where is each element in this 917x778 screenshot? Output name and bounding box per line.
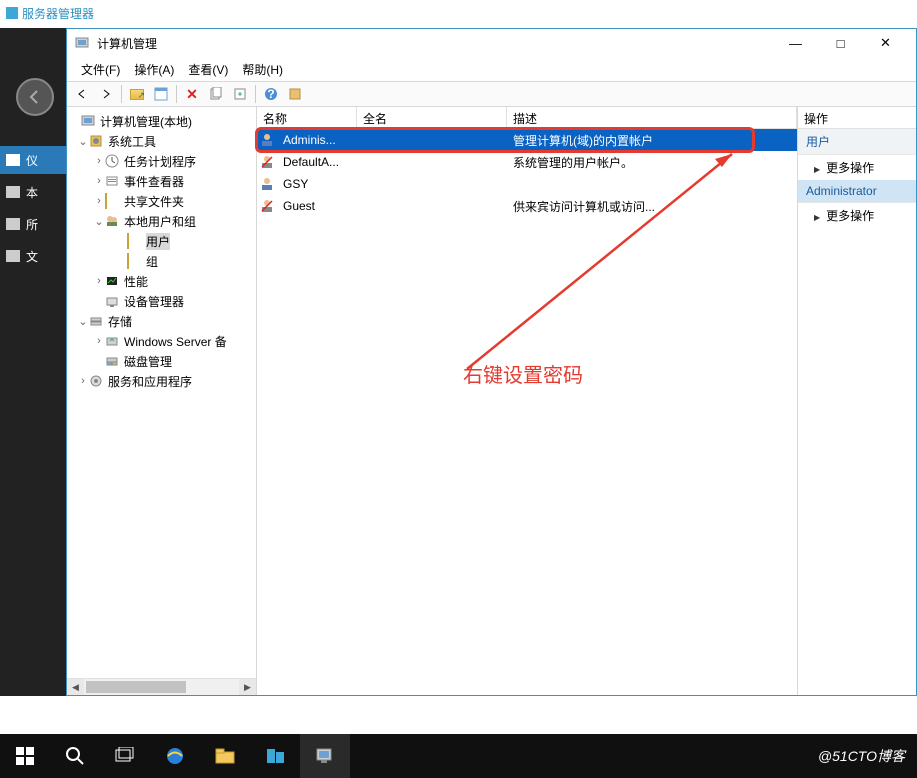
window-title: 计算机管理 — [97, 35, 157, 52]
user-row-administrator[interactable]: Adminis... 管理计算机(域)的内置帐户 — [257, 129, 797, 151]
actions-more-1[interactable]: 更多操作 — [798, 155, 916, 180]
tree-scrollbar[interactable]: ◀ ▶ — [67, 678, 256, 695]
taskbar[interactable]: @51CTO博客 — [0, 734, 917, 778]
ie-icon[interactable] — [150, 734, 200, 778]
server-manager-icon — [6, 7, 18, 19]
server-manager-title: 服务器管理器 — [22, 5, 94, 22]
col-fullname[interactable]: 全名 — [357, 107, 507, 128]
close-button[interactable]: ✕ — [863, 29, 908, 57]
sidebar-item-local[interactable]: 本 — [0, 178, 66, 206]
tree-device-manager[interactable]: 设备管理器 — [69, 291, 254, 311]
actions-header: 操作 — [798, 107, 916, 129]
help-icon[interactable]: ? — [260, 84, 282, 104]
tree-wsb[interactable]: ›Windows Server 备 — [69, 331, 254, 351]
tree-shared-folders[interactable]: ›共享文件夹 — [69, 191, 254, 211]
annotation-text: 右键设置密码 — [463, 359, 583, 388]
back-icon[interactable] — [71, 84, 93, 104]
user-row-gsy[interactable]: GSY — [257, 173, 797, 195]
sidebar-item-dashboard[interactable]: 仪 — [0, 146, 66, 174]
tree-disk-mgmt[interactable]: 磁盘管理 — [69, 351, 254, 371]
scroll-thumb[interactable] — [86, 681, 186, 693]
scroll-right-icon[interactable]: ▶ — [239, 679, 256, 695]
computer-management-icon — [75, 36, 91, 50]
tree-local-users[interactable]: ⌄本地用户和组 — [69, 211, 254, 231]
task-view-icon[interactable] — [100, 734, 150, 778]
toolbar: ↗ ✕ ? — [67, 81, 916, 107]
sidebar-item-file[interactable]: 文 — [0, 242, 66, 270]
server-manager-taskbar-icon[interactable] — [250, 734, 300, 778]
menubar: 文件(F) 操作(A) 查看(V) 帮助(H) — [67, 57, 916, 81]
col-name[interactable]: 名称 — [257, 107, 357, 128]
forward-icon[interactable] — [95, 84, 117, 104]
actions-group-users[interactable]: 用户 — [798, 129, 916, 155]
tree-event-viewer[interactable]: ›事件查看器 — [69, 171, 254, 191]
user-icon — [259, 132, 275, 148]
watermark: @51CTO博客 — [818, 746, 917, 766]
body: 计算机管理(本地) ⌄系统工具 ›任务计划程序 ›事件查看器 ›共享文件夹 ⌄本… — [67, 107, 916, 695]
export-icon[interactable] — [229, 84, 251, 104]
tree-panel: 计算机管理(本地) ⌄系统工具 ›任务计划程序 ›事件查看器 ›共享文件夹 ⌄本… — [67, 107, 257, 695]
list-panel: 名称 全名 描述 Adminis... 管理计算机(域)的内置帐户 Defaul… — [257, 107, 798, 695]
menu-file[interactable]: 文件(F) — [75, 59, 126, 80]
user-row-default[interactable]: DefaultA... 系统管理的用户帐户。 — [257, 151, 797, 173]
tree-system-tools[interactable]: ⌄系统工具 — [69, 131, 254, 151]
tree-services-apps[interactable]: ›服务和应用程序 — [69, 371, 254, 391]
tree-groups[interactable]: 组 — [69, 251, 254, 271]
user-icon — [259, 176, 275, 192]
user-disabled-icon — [259, 198, 275, 214]
tree-performance[interactable]: ›性能 — [69, 271, 254, 291]
delete-icon[interactable]: ✕ — [181, 84, 203, 104]
up-icon[interactable]: ↗ — [126, 84, 148, 104]
actions-group-admin[interactable]: Administrator — [798, 180, 916, 203]
search-icon[interactable] — [50, 734, 100, 778]
explorer-icon[interactable] — [200, 734, 250, 778]
titlebar[interactable]: 计算机管理 — □ ✕ — [67, 29, 916, 57]
copy-icon[interactable] — [205, 84, 227, 104]
back-button[interactable] — [16, 78, 54, 116]
start-button[interactable] — [0, 734, 50, 778]
server-manager-sidebar: 仪 本 所 文 — [0, 28, 66, 696]
scroll-left-icon[interactable]: ◀ — [67, 679, 84, 695]
tree-users[interactable]: 用户 — [69, 231, 254, 251]
minimize-button[interactable]: — — [773, 29, 818, 57]
user-row-guest[interactable]: Guest 供来宾访问计算机或访问... — [257, 195, 797, 217]
computer-management-window: 计算机管理 — □ ✕ 文件(F) 操作(A) 查看(V) 帮助(H) ↗ ✕ … — [66, 28, 917, 696]
tree-root[interactable]: 计算机管理(本地) — [69, 111, 254, 131]
computer-management-taskbar-icon[interactable] — [300, 734, 350, 778]
col-desc[interactable]: 描述 — [507, 107, 797, 128]
list-header[interactable]: 名称 全名 描述 — [257, 107, 797, 129]
tree-task-scheduler[interactable]: ›任务计划程序 — [69, 151, 254, 171]
svg-text:?: ? — [267, 87, 274, 101]
tree[interactable]: 计算机管理(本地) ⌄系统工具 ›任务计划程序 ›事件查看器 ›共享文件夹 ⌄本… — [67, 107, 256, 678]
refresh-icon[interactable] — [284, 84, 306, 104]
tree-storage[interactable]: ⌄存储 — [69, 311, 254, 331]
maximize-button[interactable]: □ — [818, 29, 863, 57]
menu-action[interactable]: 操作(A) — [128, 59, 180, 80]
user-disabled-icon — [259, 154, 275, 170]
properties-icon[interactable] — [150, 84, 172, 104]
menu-help[interactable]: 帮助(H) — [236, 59, 289, 80]
list-body[interactable]: Adminis... 管理计算机(域)的内置帐户 DefaultA... 系统管… — [257, 129, 797, 695]
menu-view[interactable]: 查看(V) — [182, 59, 234, 80]
sidebar-item-all[interactable]: 所 — [0, 210, 66, 238]
server-manager-titlebar: 服务器管理器 — [0, 0, 917, 26]
actions-more-2[interactable]: 更多操作 — [798, 203, 916, 228]
actions-panel: 操作 用户 更多操作 Administrator 更多操作 — [798, 107, 916, 695]
